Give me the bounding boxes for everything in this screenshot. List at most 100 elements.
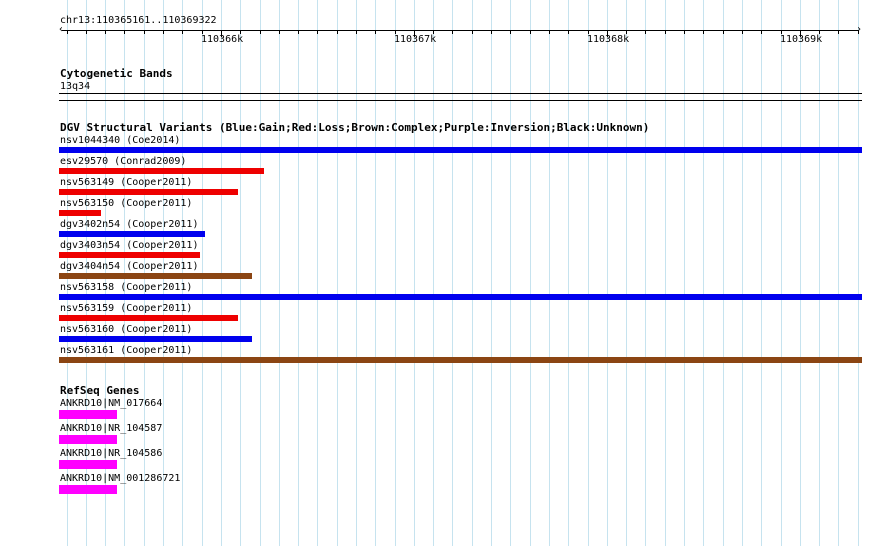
refseq-gene-bar[interactable]: [59, 410, 117, 419]
ruler-minor-tick: [491, 30, 492, 34]
ruler-minor-tick: [472, 30, 473, 34]
refseq-gene-bar[interactable]: [59, 435, 117, 444]
cytoband-line-top: [59, 93, 862, 94]
grid-line: [298, 0, 299, 546]
dgv-feature-label[interactable]: dgv3402n54 (Cooper2011): [60, 219, 198, 231]
ruler-minor-tick: [279, 30, 280, 34]
grid-line: [626, 0, 627, 546]
ruler-minor-tick: [144, 30, 145, 34]
ruler-minor-tick: [356, 30, 357, 34]
dgv-feature-label[interactable]: nsv1044340 (Coe2014): [60, 135, 180, 147]
grid-line: [665, 0, 666, 546]
ruler-minor-tick: [761, 30, 762, 34]
ruler-minor-tick: [568, 30, 569, 34]
ruler-minor-tick: [124, 30, 125, 34]
ruler-minor-tick: [742, 30, 743, 34]
ruler-major-label: 110366k: [201, 34, 244, 45]
grid-line: [703, 0, 704, 546]
ruler-minor-tick: [530, 30, 531, 34]
grid-line: [588, 0, 589, 546]
ruler-minor-tick: [838, 30, 839, 34]
ruler-minor-tick: [317, 30, 318, 34]
dgv-feature-bar[interactable]: [59, 231, 205, 237]
dgv-track-title: DGV Structural Variants (Blue:Gain;Red:L…: [60, 121, 650, 134]
dgv-feature-label[interactable]: esv29570 (Conrad2009): [60, 156, 186, 168]
ruler-minor-tick: [67, 30, 68, 34]
dgv-feature-bar[interactable]: [59, 210, 101, 216]
dgv-feature-label[interactable]: nsv563149 (Cooper2011): [60, 177, 192, 189]
dgv-feature-bar[interactable]: [59, 357, 862, 363]
grid-line: [607, 0, 608, 546]
dgv-feature-bar[interactable]: [59, 273, 252, 279]
dgv-feature-label[interactable]: nsv563161 (Cooper2011): [60, 345, 192, 357]
ruler-minor-tick: [549, 30, 550, 34]
ruler-minor-tick: [105, 30, 106, 34]
refseq-track-title: RefSeq Genes: [60, 384, 140, 397]
grid-line: [375, 0, 376, 546]
dgv-feature-bar[interactable]: [59, 252, 200, 258]
dgv-feature-bar[interactable]: [59, 336, 252, 342]
ruler-minor-tick: [163, 30, 164, 34]
grid-line: [491, 0, 492, 546]
dgv-feature-bar[interactable]: [59, 294, 862, 300]
grid-line: [317, 0, 318, 546]
ruler-major-label: 110369k: [780, 34, 823, 45]
dgv-feature-label[interactable]: nsv563158 (Cooper2011): [60, 282, 192, 294]
ruler-minor-tick: [723, 30, 724, 34]
grid-line: [761, 0, 762, 546]
ruler-minor-tick: [684, 30, 685, 34]
ruler-minor-tick: [665, 30, 666, 34]
cytoband-label[interactable]: 13q34: [60, 81, 90, 93]
grid-line: [800, 0, 801, 546]
ruler-minor-tick: [182, 30, 183, 34]
refseq-gene-label[interactable]: ANKRD10|NM_017664: [60, 398, 162, 410]
cytoband-line-bottom: [59, 100, 862, 101]
refseq-gene-label[interactable]: ANKRD10|NR_104586: [60, 448, 162, 460]
grid-line: [260, 0, 261, 546]
grid-line: [414, 0, 415, 546]
ruler-right-arrow-icon: ›: [856, 24, 863, 35]
grid-line: [645, 0, 646, 546]
dgv-feature-label[interactable]: dgv3404n54 (Cooper2011): [60, 261, 198, 273]
grid-line: [395, 0, 396, 546]
dgv-feature-bar[interactable]: [59, 168, 264, 174]
ruler-left-arrow-icon: ‹: [58, 24, 65, 35]
dgv-feature-bar[interactable]: [59, 315, 238, 321]
dgv-feature-label[interactable]: nsv563150 (Cooper2011): [60, 198, 192, 210]
grid-line: [742, 0, 743, 546]
dgv-feature-bar[interactable]: [59, 147, 862, 153]
grid-line: [684, 0, 685, 546]
dgv-feature-label[interactable]: dgv3403n54 (Cooper2011): [60, 240, 198, 252]
grid-line: [510, 0, 511, 546]
ruler-minor-tick: [510, 30, 511, 34]
ruler-major-label: 110368k: [587, 34, 630, 45]
locus-label: chr13:110365161..110369322: [60, 15, 217, 26]
refseq-gene-bar[interactable]: [59, 485, 117, 494]
grid-line: [356, 0, 357, 546]
grid-line: [337, 0, 338, 546]
ruler-minor-tick: [86, 30, 87, 34]
grid-line: [568, 0, 569, 546]
ruler-minor-tick: [260, 30, 261, 34]
ruler-minor-tick: [703, 30, 704, 34]
grid-line: [452, 0, 453, 546]
dgv-feature-label[interactable]: nsv563160 (Cooper2011): [60, 324, 192, 336]
grid-line: [781, 0, 782, 546]
ruler-minor-tick: [858, 30, 859, 34]
grid-line: [723, 0, 724, 546]
grid-line: [433, 0, 434, 546]
grid-line: [549, 0, 550, 546]
ruler-minor-tick: [337, 30, 338, 34]
refseq-gene-bar[interactable]: [59, 460, 117, 469]
cytoband-track-title: Cytogenetic Bands: [60, 67, 173, 80]
grid-line: [530, 0, 531, 546]
ruler-minor-tick: [645, 30, 646, 34]
grid-line: [819, 0, 820, 546]
dgv-feature-label[interactable]: nsv563159 (Cooper2011): [60, 303, 192, 315]
refseq-gene-label[interactable]: ANKRD10|NR_104587: [60, 423, 162, 435]
refseq-gene-label[interactable]: ANKRD10|NM_001286721: [60, 473, 180, 485]
ruler-minor-tick: [375, 30, 376, 34]
dgv-feature-bar[interactable]: [59, 189, 238, 195]
ruler-major-label: 110367k: [394, 34, 437, 45]
ruler-minor-tick: [452, 30, 453, 34]
